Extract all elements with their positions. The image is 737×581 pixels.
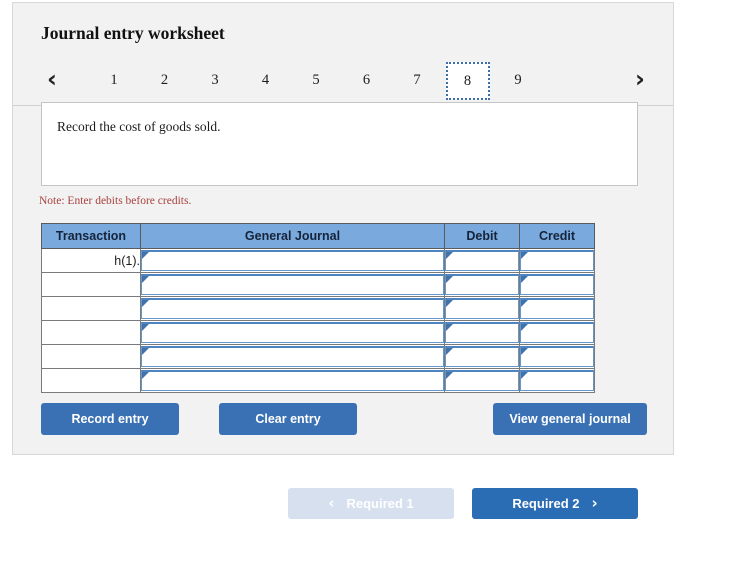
chevron-left-icon: ‹ [328,494,335,512]
transaction-cell [41,344,141,369]
general-journal-input-cell [140,296,445,321]
transaction-cell [41,320,141,345]
chevron-right-icon: › [591,494,598,512]
debit-input[interactable] [445,346,519,367]
page-title: Journal entry worksheet [41,23,225,43]
credit-input-cell [519,344,595,369]
debit-input-cell [444,248,520,273]
credit-input-cell [519,248,595,273]
debit-input[interactable] [445,322,519,343]
chevron-right-icon[interactable]: › [627,65,653,95]
required-2-label: Required 2 [512,496,580,511]
table-body: h(1). [41,248,595,393]
worksheet-tab-5[interactable]: 5 [294,64,338,96]
worksheet-tab-3[interactable]: 3 [193,64,237,96]
credit-input-cell [519,272,595,297]
debit-input-cell [444,320,520,345]
transaction-cell [41,368,141,393]
table-header-row: Transaction General Journal Debit Credit [41,223,595,249]
transaction-cell [41,296,141,321]
required-2-content: Required 2 › [472,488,638,519]
worksheet-tab-8[interactable]: 8 [445,62,490,100]
debit-input-cell [444,368,520,393]
worksheet-tab-9[interactable]: 9 [496,64,540,96]
general-journal-input[interactable] [141,322,444,343]
transaction-cell [41,272,141,297]
clear-entry-button[interactable]: Clear entry [219,403,357,435]
credit-input-cell [519,296,595,321]
table-row [41,296,595,321]
general-journal-input[interactable] [141,370,444,391]
chevron-left-icon[interactable]: ‹ [39,65,65,95]
general-journal-input[interactable] [141,298,444,319]
transaction-cell: h(1). [41,248,141,273]
credit-input[interactable] [520,250,594,271]
worksheet-tab-2[interactable]: 2 [143,64,187,96]
required-1-content: ‹ Required 1 [288,488,454,519]
column-header-transaction: Transaction [41,223,141,249]
prompt-panel: Record the cost of goods sold. [41,102,638,186]
credit-input[interactable] [520,322,594,343]
prompt-text: Record the cost of goods sold. [57,119,221,134]
table-header: Transaction General Journal Debit Credit [41,223,595,249]
general-journal-input-cell [140,368,445,393]
table-row [41,368,595,393]
debit-input-cell [444,296,520,321]
debit-input[interactable] [445,298,519,319]
worksheet-tab-1[interactable]: 1 [92,64,136,96]
table-row [41,344,595,369]
required-2-button[interactable]: Required 2 › [472,488,638,519]
general-journal-input[interactable] [141,250,444,271]
general-journal-input-cell [140,320,445,345]
table-row [41,272,595,297]
worksheet-tab-4[interactable]: 4 [244,64,288,96]
debit-input[interactable] [445,274,519,295]
general-journal-input-cell [140,248,445,273]
worksheet-tab-7[interactable]: 7 [395,64,439,96]
credit-input[interactable] [520,298,594,319]
required-1-label: Required 1 [346,496,414,511]
general-journal-input-cell [140,344,445,369]
debit-input[interactable] [445,370,519,391]
debit-input-cell [444,344,520,369]
credit-input[interactable] [520,370,594,391]
credit-input[interactable] [520,274,594,295]
debits-before-credits-note: Note: Enter debits before credits. [39,195,192,207]
journal-entry-worksheet-card: Journal entry worksheet ‹ › 123456789 Re… [12,2,674,455]
debit-input-cell [444,272,520,297]
record-entry-button[interactable]: Record entry [41,403,179,435]
table-row: h(1). [41,248,595,273]
worksheet-tab-6[interactable]: 6 [345,64,389,96]
worksheet-tabstrip: ‹ › 123456789 [13,60,673,106]
general-journal-input-cell [140,272,445,297]
credit-input-cell [519,368,595,393]
column-header-general-journal: General Journal [140,223,445,249]
table-row [41,320,595,345]
view-general-journal-button[interactable]: View general journal [493,403,647,435]
general-journal-input[interactable] [141,346,444,367]
column-header-credit: Credit [519,223,595,249]
credit-input-cell [519,320,595,345]
debit-input[interactable] [445,250,519,271]
general-journal-input[interactable] [141,274,444,295]
general-journal-table: Transaction General Journal Debit Credit… [41,223,595,393]
required-1-button[interactable]: ‹ Required 1 [288,488,454,519]
credit-input[interactable] [520,346,594,367]
column-header-debit: Debit [444,223,520,249]
